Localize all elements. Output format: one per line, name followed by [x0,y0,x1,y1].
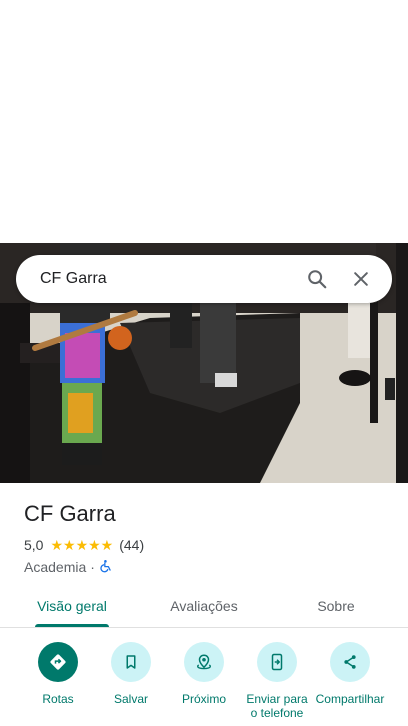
action-label: Próximo [181,692,226,706]
share-icon [330,642,370,682]
place-tabs: Visão geral Avaliações Sobre [0,584,408,628]
directions-button[interactable]: Rotas [21,642,95,706]
save-button[interactable]: Salvar [94,642,168,706]
close-icon[interactable] [344,262,378,296]
place-title: CF Garra [24,501,116,526]
rating-row[interactable]: 5,0 ★★★★★ (44) [24,536,384,554]
tab-reviews[interactable]: Avaliações [154,584,254,628]
send-to-phone-icon [257,642,297,682]
search-bar[interactable]: CF Garra [16,255,392,303]
search-input[interactable]: CF Garra [40,270,290,288]
active-tab-indicator [35,624,109,627]
action-label: Enviar para o telefone [246,692,308,720]
tab-about[interactable]: Sobre [286,584,386,628]
action-buttons: Rotas Salvar Próximo Enviar para o telef… [0,640,408,726]
rating-value: 5,0 [24,537,44,553]
bookmark-icon [111,642,151,682]
search-icon[interactable] [300,262,334,296]
review-count: (44) [119,537,145,553]
action-label: Rotas [42,692,74,706]
rating-stars: ★★★★★ [50,536,114,553]
tab-overview[interactable]: Visão geral [22,584,122,628]
action-label: Compartilhar [315,692,385,706]
action-label: Salvar [113,692,148,706]
nearby-icon [184,642,224,682]
category-row: Academia · [24,558,384,576]
tab-label: Sobre [317,598,355,614]
nearby-button[interactable]: Próximo [167,642,241,706]
tab-label: Avaliações [170,598,238,614]
wheelchair-icon [99,559,113,576]
tab-label: Visão geral [37,598,107,614]
place-category: Academia [24,559,87,575]
share-button[interactable]: Compartilhar [313,642,387,706]
separator-dot: · [90,559,95,575]
directions-icon [38,642,78,682]
send-to-phone-button[interactable]: Enviar para o telefone [240,642,314,720]
place-info: CF Garra 5,0 ★★★★★ (44) Academia · [24,500,384,576]
